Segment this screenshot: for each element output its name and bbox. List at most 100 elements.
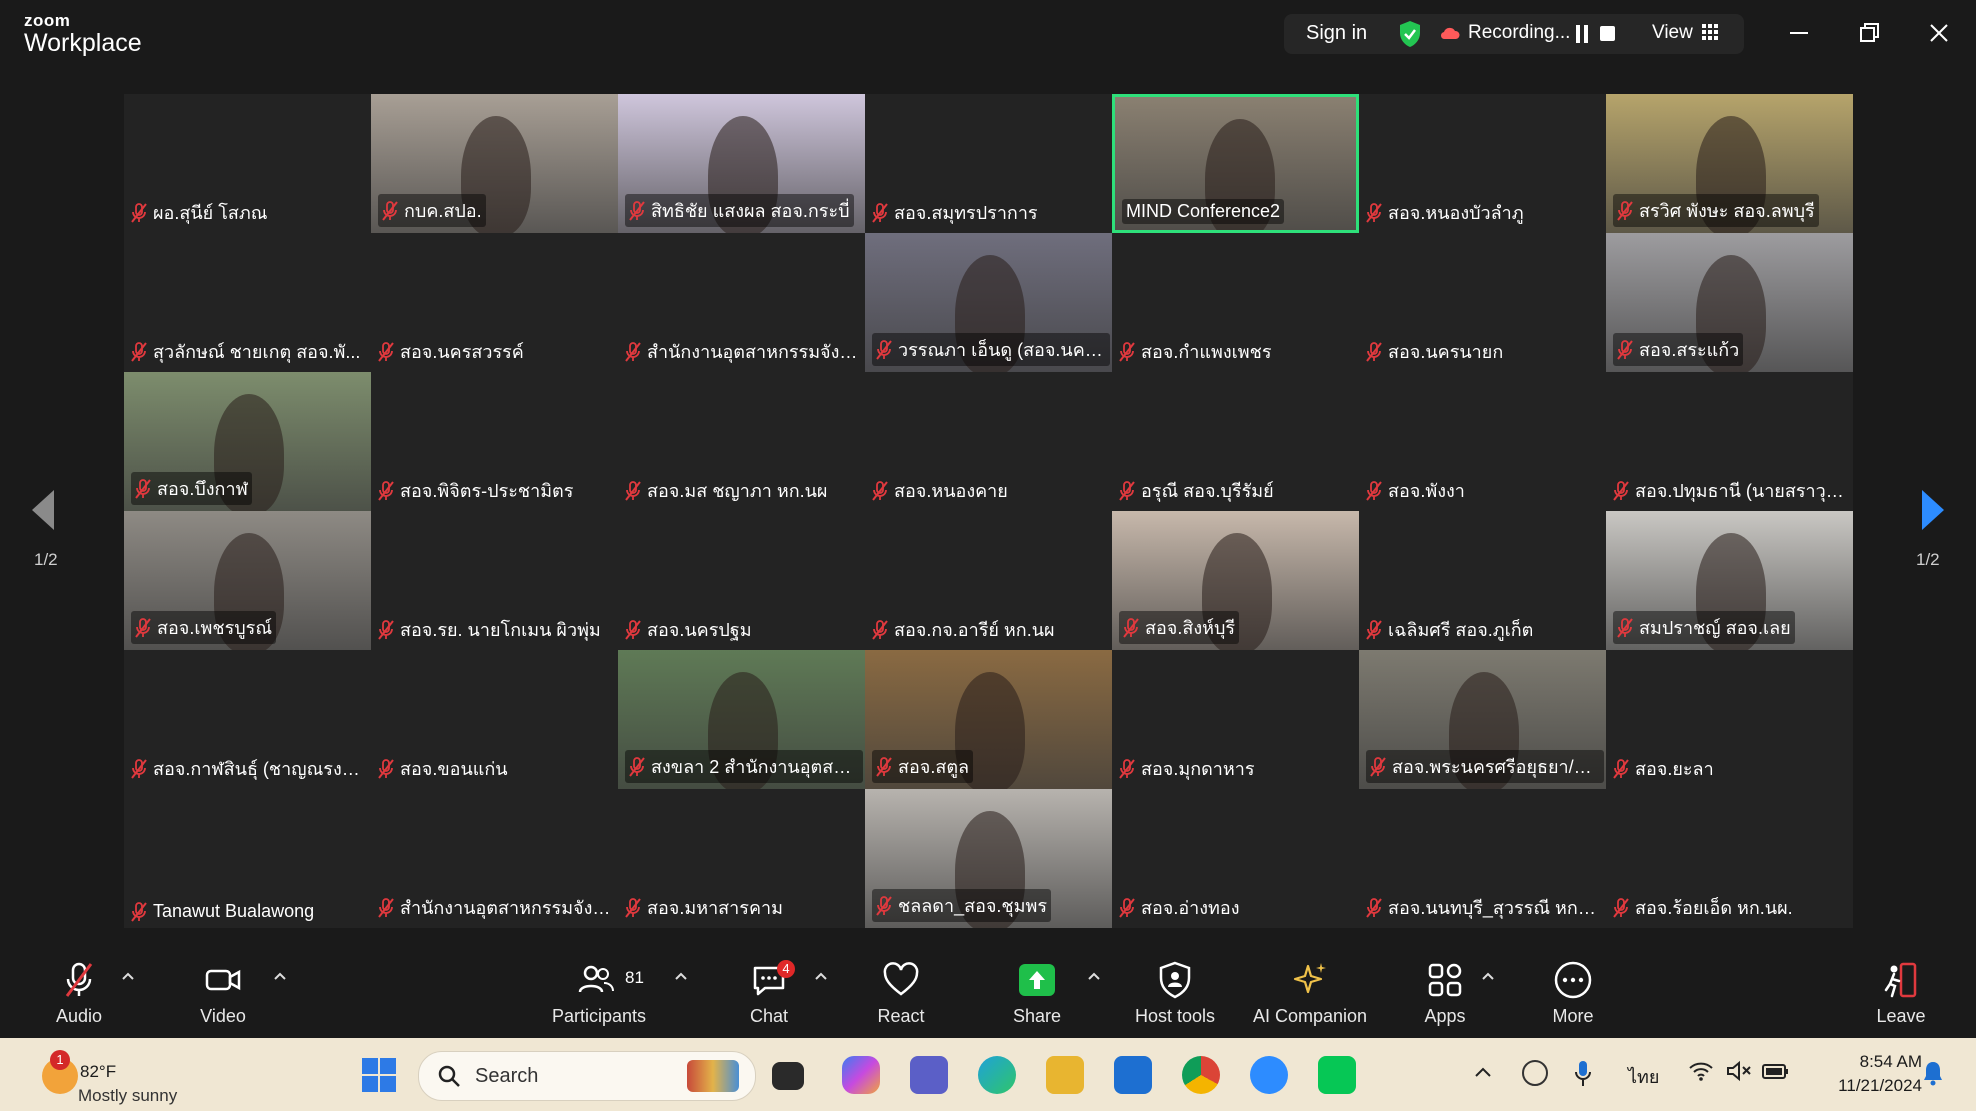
- participant-tile[interactable]: สอจ.ปทุมธานี (นายสราวุธ ...: [1606, 372, 1853, 511]
- notification-bell-icon[interactable]: [1922, 1060, 1944, 1086]
- teams-icon[interactable]: [910, 1056, 948, 1094]
- line-app-icon[interactable]: [1318, 1056, 1356, 1094]
- participant-tile[interactable]: สอจ.นครปฐม: [618, 511, 865, 650]
- participants-label: Participants: [551, 1006, 647, 1026]
- participant-tile[interactable]: สอจ.ขอนแก่น: [371, 650, 618, 789]
- recording-indicator[interactable]: Recording...: [1440, 22, 1570, 44]
- more-button[interactable]: More: [1518, 960, 1628, 1027]
- volume-muted-icon[interactable]: [1726, 1060, 1752, 1082]
- participant-tile[interactable]: สอจ.กจ.อารีย์ หก.นผ: [865, 511, 1112, 650]
- participant-tile[interactable]: สงขลา 2 สำนักงานอุตสาห...: [618, 650, 865, 789]
- leave-label: Leave: [1876, 1006, 1926, 1026]
- mic-muted-icon: [131, 202, 147, 223]
- participant-tile[interactable]: MIND Conference2: [1112, 94, 1359, 233]
- participant-tile[interactable]: ผอ.สุนีย์ โสภณ: [124, 94, 371, 233]
- participant-tile[interactable]: สอจ.มส ชญาภา หก.นผ: [618, 372, 865, 511]
- chrome-icon[interactable]: [1182, 1056, 1220, 1094]
- participant-tile[interactable]: สอจ.กาฬสินธุ์ (ชาญณรงค์...: [124, 650, 371, 789]
- participant-tile[interactable]: Tanawut Bualawong: [124, 789, 371, 928]
- host-tools-button[interactable]: Host tools: [1120, 960, 1230, 1027]
- minimize-icon[interactable]: [1784, 18, 1814, 48]
- react-button[interactable]: React: [846, 960, 956, 1027]
- participant-tile[interactable]: สอจ.สตูล: [865, 650, 1112, 789]
- participant-tile[interactable]: สอจ.สิงห์บุรี: [1112, 511, 1359, 650]
- copilot-icon[interactable]: [842, 1056, 880, 1094]
- participant-tile[interactable]: สอจ.ยะลา: [1606, 650, 1853, 789]
- view-button[interactable]: View: [1652, 22, 1693, 44]
- taskbar-search-box[interactable]: Search: [418, 1051, 756, 1101]
- audio-button[interactable]: Audio: [24, 960, 134, 1027]
- video-options-chevron-icon[interactable]: [274, 972, 286, 980]
- stop-recording-icon[interactable]: [1600, 26, 1615, 41]
- participant-tile[interactable]: สอจ.สระแก้ว: [1606, 233, 1853, 372]
- participant-tile[interactable]: สอจ.นครสวรรค์: [371, 233, 618, 372]
- participant-tile[interactable]: สอจ.รย. นายโกเมน ผิวพุ่ม: [371, 511, 618, 650]
- task-view-icon[interactable]: [772, 1062, 804, 1090]
- participant-name-label: สอจ.นครสวรรค์: [378, 337, 612, 366]
- file-explorer-icon[interactable]: [1046, 1056, 1084, 1094]
- chat-options-chevron-icon[interactable]: [815, 972, 827, 980]
- share-options-chevron-icon[interactable]: [1088, 972, 1100, 980]
- participant-tile[interactable]: สอจ.หนองบัวลำภู: [1359, 94, 1606, 233]
- audio-options-chevron-icon[interactable]: [122, 972, 134, 980]
- participants-options-chevron-icon[interactable]: [675, 972, 687, 980]
- participant-tile[interactable]: วรรณภา เอ็นดู (สอจ.นคร...: [865, 233, 1112, 372]
- sign-in-link[interactable]: Sign in: [1306, 22, 1367, 45]
- wifi-icon[interactable]: [1688, 1060, 1714, 1082]
- participant-tile[interactable]: สอจ.ร้อยเอ็ด หก.นผ.: [1606, 789, 1853, 928]
- clock-date: 11/21/2024: [1838, 1076, 1922, 1095]
- previous-page-icon[interactable]: [28, 488, 58, 532]
- system-clock[interactable]: 8:54 AM 11/21/2024: [1808, 1050, 1922, 1098]
- participant-tile[interactable]: สอจ.นครนายก: [1359, 233, 1606, 372]
- sync-icon[interactable]: [1522, 1060, 1548, 1086]
- participant-tile[interactable]: สอจ.หนองคาย: [865, 372, 1112, 511]
- page-indicator-right: 1/2: [1916, 550, 1940, 569]
- chat-button[interactable]: Chat: [714, 960, 824, 1027]
- grid-view-icon[interactable]: [1702, 24, 1718, 40]
- apps-options-chevron-icon[interactable]: [1482, 972, 1494, 980]
- close-icon[interactable]: [1924, 18, 1954, 48]
- edge-browser-icon[interactable]: [978, 1056, 1016, 1094]
- encryption-shield-icon[interactable]: [1398, 20, 1422, 48]
- participant-tile[interactable]: สอจ.กำแพงเพชร: [1112, 233, 1359, 372]
- participant-tile[interactable]: สอจ.นนทบุรี_สุวรรณี หก.นผ.: [1359, 789, 1606, 928]
- participant-tile[interactable]: สำนักงานอุตสาหกรรมจังห...: [618, 233, 865, 372]
- language-indicator[interactable]: ไทย: [1628, 1062, 1659, 1091]
- pause-recording-icon[interactable]: [1576, 25, 1588, 43]
- participant-tile[interactable]: สอจ.สมุทรปราการ: [865, 94, 1112, 233]
- participant-tile[interactable]: สุวลักษณ์ ชายเกตุ สอจ.พั...: [124, 233, 371, 372]
- sparkle-icon: [1293, 963, 1326, 994]
- show-hidden-icons-chevron-icon[interactable]: [1474, 1066, 1492, 1078]
- participant-tile[interactable]: อรุณี สอจ.บุรีรัมย์: [1112, 372, 1359, 511]
- participant-tile[interactable]: สอจ.อ่างทอง: [1112, 789, 1359, 928]
- battery-icon[interactable]: [1762, 1060, 1790, 1082]
- participant-name-label: สอจ.มหาสารคาม: [625, 893, 859, 922]
- restore-icon[interactable]: [1854, 18, 1884, 48]
- participant-tile[interactable]: สำนักงานอุตสาหกรรมจังห...: [371, 789, 618, 928]
- participant-tile[interactable]: ชลลดา_สอจ.ชุมพร: [865, 789, 1112, 928]
- next-page-icon[interactable]: [1918, 488, 1948, 532]
- participant-tile[interactable]: สอจ.เพชรบูรณ์: [124, 511, 371, 650]
- participant-tile[interactable]: สอจ.บึงกาฬ: [124, 372, 371, 511]
- participant-tile[interactable]: สมปราชญ์ สอจ.เลย: [1606, 511, 1853, 650]
- participant-tile[interactable]: สอจ.พิจิตร-ประชามิตร: [371, 372, 618, 511]
- video-button[interactable]: Video: [168, 960, 278, 1027]
- apps-button[interactable]: Apps: [1390, 960, 1500, 1027]
- ai-companion-button[interactable]: AI Companion: [1250, 960, 1370, 1027]
- microphone-tray-icon[interactable]: [1574, 1060, 1592, 1088]
- share-button[interactable]: Share: [982, 960, 1092, 1027]
- windows-start-icon[interactable]: [362, 1058, 396, 1092]
- participant-tile[interactable]: สอจ.พังงา: [1359, 372, 1606, 511]
- participant-tile[interactable]: สิทธิชัย แสงผล สอจ.กระบี่: [618, 94, 865, 233]
- participant-tile[interactable]: สรวิศ พังษะ สอจ.ลพบุรี: [1606, 94, 1853, 233]
- participant-tile[interactable]: เฉลิมศรี สอจ.ภูเก็ต: [1359, 511, 1606, 650]
- participant-tile[interactable]: กบค.สปอ.: [371, 94, 618, 233]
- participant-tile[interactable]: สอจ.พระนครศรีอยุธยา/สา...: [1359, 650, 1606, 789]
- leave-button[interactable]: Leave: [1846, 960, 1956, 1027]
- participant-tile[interactable]: สอจ.มุกดาหาร: [1112, 650, 1359, 789]
- zoom-app-icon[interactable]: [1250, 1056, 1288, 1094]
- participant-name: สำนักงานอุตสาหกรรมจังห...: [647, 342, 859, 362]
- mail-icon[interactable]: [1114, 1056, 1152, 1094]
- participant-tile[interactable]: สอจ.มหาสารคาม: [618, 789, 865, 928]
- weather-alert-badge: 1: [50, 1050, 70, 1070]
